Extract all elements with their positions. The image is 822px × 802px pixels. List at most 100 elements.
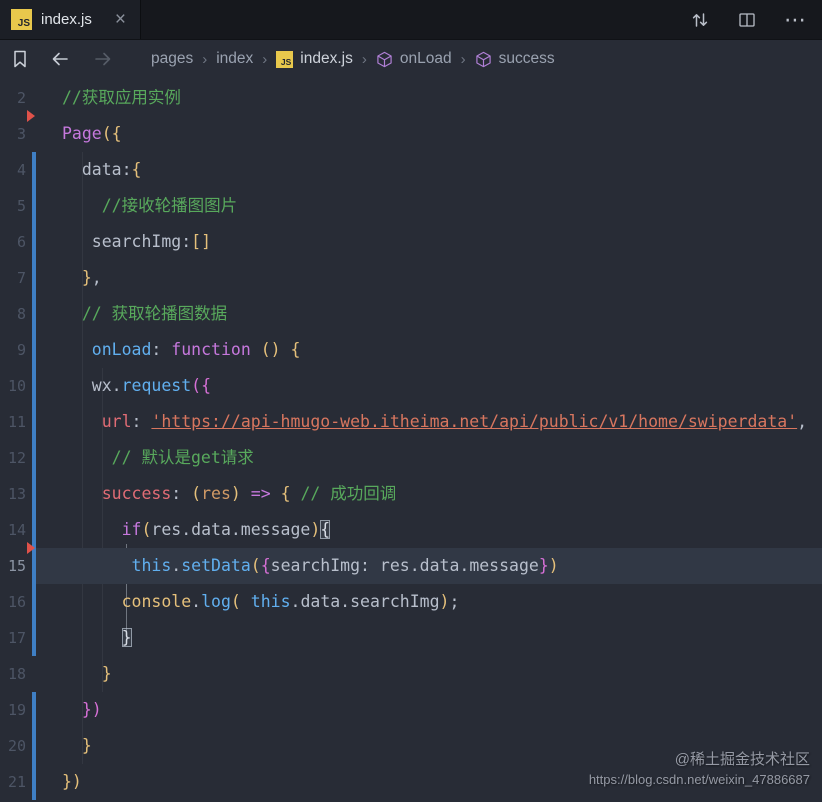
line-number[interactable]: 8 bbox=[0, 296, 26, 332]
code-content: Page({ bbox=[36, 116, 822, 152]
javascript-file-icon: JS bbox=[276, 50, 294, 68]
code-line-10[interactable]: 10 wx.request({ bbox=[0, 368, 822, 404]
line-number[interactable]: 17 bbox=[0, 620, 26, 656]
code-content: wx.request({ bbox=[36, 368, 822, 404]
code-token: this bbox=[250, 592, 291, 611]
code-line-7[interactable]: 7}, bbox=[0, 260, 822, 296]
code-line-15[interactable]: 15 this.setData({searchImg: res.data.mess… bbox=[0, 542, 822, 584]
code-token: // 获取轮播图数据 bbox=[81, 304, 228, 323]
code-content: if(res.data.message){ bbox=[36, 512, 822, 548]
breadcrumb-label: success bbox=[498, 50, 555, 67]
code-token: // 默认是get请求 bbox=[111, 448, 254, 467]
code-line-6[interactable]: 6 searchImg:[] bbox=[0, 224, 822, 260]
line-number[interactable]: 7 bbox=[0, 260, 26, 296]
line-number[interactable]: 12 bbox=[0, 440, 26, 476]
code-line-11[interactable]: 11 url: 'https://api-hmugo-web.itheima.ne… bbox=[0, 404, 822, 440]
line-number[interactable]: 14 bbox=[0, 512, 26, 548]
breadcrumb-items: pages › index › JS index.js › onLoad › success bbox=[151, 50, 555, 68]
breadcrumb-separator: › bbox=[460, 50, 466, 68]
code-token: searchImg: res.data.message bbox=[270, 556, 539, 575]
code-line-16[interactable]: 16 console.log( this.data.searchImg); bbox=[0, 584, 822, 620]
back-arrow-icon[interactable] bbox=[49, 48, 71, 70]
code-token: success bbox=[101, 484, 172, 503]
code-line-13[interactable]: 13 success: (res) => { // 成功回调 bbox=[0, 476, 822, 512]
code-line-19[interactable]: 19}) bbox=[0, 692, 822, 728]
code-line-14[interactable]: 14 if(res.data.message){ bbox=[0, 512, 822, 548]
line-number[interactable]: 16 bbox=[0, 584, 26, 620]
line-number[interactable]: 9 bbox=[0, 332, 26, 368]
forward-arrow-icon[interactable] bbox=[92, 48, 114, 70]
bookmark-icon[interactable] bbox=[11, 49, 29, 69]
line-number[interactable]: 19 bbox=[0, 692, 26, 728]
code-line-4[interactable]: 4 data:{ bbox=[0, 152, 822, 188]
code-token: function bbox=[171, 340, 251, 359]
code-token: () bbox=[260, 340, 281, 359]
code-line-2[interactable]: 2 //获取应用实例 bbox=[0, 80, 822, 116]
code-token: data: bbox=[81, 160, 132, 179]
code-editor: 2 //获取应用实例 3 Page({ 4 data: {5//接收轮播图图片 6 search… bbox=[0, 78, 822, 802]
tab-index-js[interactable]: JS index.js × bbox=[0, 0, 141, 39]
breadcrumb-item-index-js[interactable]: JS index.js bbox=[276, 50, 353, 68]
editor-actions: ⋯ bbox=[690, 0, 822, 39]
code-content: } bbox=[36, 620, 822, 656]
git-deleted-marker bbox=[27, 110, 35, 122]
code-line-5[interactable]: 5 //接收轮播图图片 bbox=[0, 188, 822, 224]
code-line-12[interactable]: 12 // 默认是get请求 bbox=[0, 440, 822, 476]
code-token: , bbox=[797, 412, 808, 431]
line-number[interactable]: 21 bbox=[0, 764, 26, 800]
breadcrumb: pages › index › JS index.js › onLoad › success bbox=[0, 40, 822, 78]
code-token: ({ bbox=[191, 376, 212, 395]
symbol-cube-icon bbox=[475, 51, 491, 67]
code-line-8[interactable]: 8 // 获取轮播图数据 bbox=[0, 296, 822, 332]
code-token: //获取应用实例 bbox=[62, 88, 181, 107]
line-number[interactable]: 3 bbox=[0, 116, 26, 152]
code-token: . bbox=[191, 592, 202, 611]
code-content: searchImg:[] bbox=[36, 224, 822, 260]
line-number[interactable]: 6 bbox=[0, 224, 26, 260]
breadcrumb-item-index[interactable]: index bbox=[216, 50, 253, 68]
split-editor-icon[interactable] bbox=[737, 10, 757, 30]
code-content: success: (res) => { // 成功回调 bbox=[36, 476, 822, 512]
breadcrumb-item-success[interactable]: success bbox=[475, 50, 555, 68]
line-number[interactable]: 2 bbox=[0, 80, 26, 116]
vscode-window: JS index.js × ⋯ pages › index › JS index… bbox=[0, 0, 822, 802]
open-changes-icon[interactable] bbox=[690, 10, 710, 30]
line-number[interactable]: 18 bbox=[0, 656, 26, 692]
line-number[interactable]: 5 bbox=[0, 188, 26, 224]
tab-close-icon[interactable]: × bbox=[115, 10, 126, 29]
code-token: { bbox=[280, 484, 291, 503]
code-token: : bbox=[151, 340, 172, 359]
breadcrumb-item-pages[interactable]: pages bbox=[151, 50, 193, 68]
more-actions-icon[interactable]: ⋯ bbox=[784, 8, 806, 30]
code-token: ( bbox=[250, 556, 261, 575]
code-content: }) bbox=[36, 692, 822, 728]
line-number[interactable]: 11 bbox=[0, 404, 26, 440]
code-token: 'https://api-hmugo-web.itheima.net/api/p… bbox=[151, 412, 798, 431]
code-content: // 默认是get请求 bbox=[36, 440, 822, 476]
breadcrumb-item-onLoad[interactable]: onLoad bbox=[376, 50, 452, 68]
code-token: setData bbox=[181, 556, 251, 575]
code-token: searchImg: bbox=[91, 232, 192, 251]
tab-title: index.js bbox=[41, 11, 92, 28]
code-token: , bbox=[91, 268, 102, 287]
line-number[interactable]: 20 bbox=[0, 728, 26, 764]
code-token: } bbox=[81, 736, 92, 755]
code-token: if bbox=[121, 520, 142, 539]
watermark-community: @稀土掘金技术社区 bbox=[674, 751, 810, 768]
code-line-17[interactable]: 17} bbox=[0, 620, 822, 656]
tab-bar: JS index.js × ⋯ bbox=[0, 0, 822, 40]
line-number[interactable]: 10 bbox=[0, 368, 26, 404]
line-number[interactable]: 13 bbox=[0, 476, 26, 512]
code-line-18[interactable]: 18} bbox=[0, 656, 822, 692]
code-line-3[interactable]: 3 Page({ bbox=[0, 110, 822, 152]
line-number[interactable]: 4 bbox=[0, 152, 26, 188]
code-token: request bbox=[121, 376, 192, 395]
line-number[interactable]: 15 bbox=[0, 548, 26, 584]
code-token: wx. bbox=[91, 376, 122, 395]
code-line-9[interactable]: 9 onLoad: function () { bbox=[0, 332, 822, 368]
code-token: console bbox=[121, 592, 192, 611]
code-token: : bbox=[131, 412, 152, 431]
